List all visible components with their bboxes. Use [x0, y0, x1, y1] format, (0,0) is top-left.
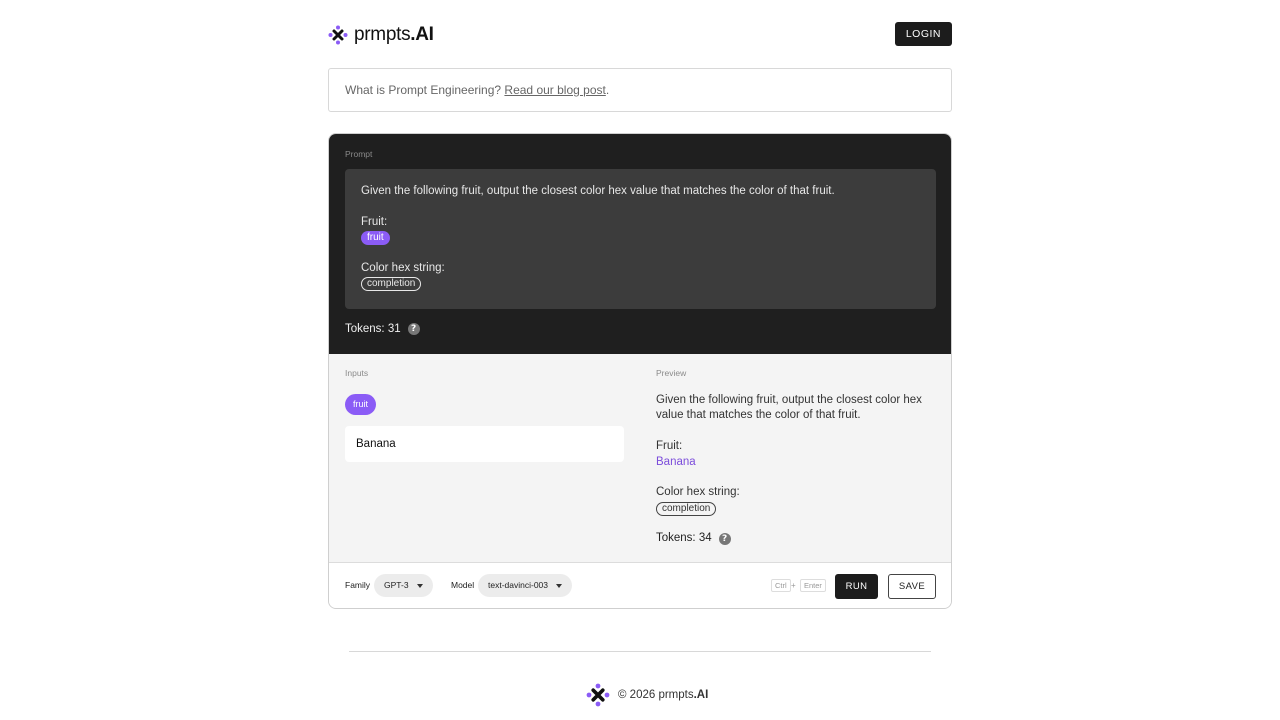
prmpts-logo-icon	[328, 25, 348, 45]
help-icon[interactable]: ?	[718, 532, 731, 545]
run-button[interactable]: RUN	[835, 574, 878, 599]
model-select[interactable]: text-davinci-003	[478, 574, 573, 597]
chevron-down-icon	[556, 583, 563, 588]
header: prmpts.AI LOGIN	[328, 22, 952, 50]
prmpts-logo-icon	[586, 683, 610, 707]
info-banner: What is Prompt Engineering? Read our blo…	[328, 68, 952, 112]
prompt-line: Given the following fruit, output the cl…	[361, 185, 835, 197]
info-text: What is Prompt Engineering?	[345, 83, 502, 97]
inputs-label: Inputs	[345, 368, 369, 378]
preview-completion-tag: completion	[656, 501, 717, 516]
preview-line: Given the following fruit, output the cl…	[656, 394, 922, 422]
chevron-down-icon	[416, 583, 423, 588]
footer-copyright: © 2026 prmpts .AI	[586, 683, 708, 707]
save-button[interactable]: SAVE	[888, 574, 936, 599]
preview-color-label: Color hex string:	[656, 486, 740, 499]
login-button[interactable]: LOGIN	[894, 22, 952, 46]
prompt-label: Prompt	[345, 149, 373, 159]
preview-label: Preview	[656, 368, 687, 378]
help-icon[interactable]: ?	[407, 323, 420, 335]
prompt-color-label: Color hex string:	[361, 262, 445, 274]
family-select[interactable]: GPT-3	[374, 574, 433, 597]
variable-pill-fruit[interactable]: fruit	[361, 231, 390, 246]
fruit-input[interactable]: Banana	[345, 426, 624, 462]
prompt-editor[interactable]: Given the following fruit, output the cl…	[345, 169, 936, 309]
prompt-editor-section: Prompt Given the following fruit, output…	[329, 134, 951, 354]
shortcut-plus: +	[791, 581, 796, 590]
shortcut-ctrl-key: Ctrl	[771, 579, 791, 592]
preview-fruit-label: Fruit:	[656, 440, 683, 453]
input-variable-chip[interactable]: fruit	[345, 394, 377, 415]
prompt-token-count: Tokens: 31 ?	[345, 323, 420, 335]
preview-panel: Given the following fruit, output the cl…	[656, 393, 926, 547]
preview-fruit-value: Banana	[656, 455, 696, 468]
model-label: Model	[451, 580, 475, 590]
logo-text: prmpts.AI	[354, 24, 434, 45]
prompt-card: Prompt Given the following fruit, output…	[328, 133, 952, 609]
toolbar: Family GPT-3 Model text-davinci-003 Ctrl…	[329, 562, 951, 608]
footer-divider	[349, 651, 931, 652]
shortcut-enter-key: Enter	[800, 579, 826, 592]
family-label: Family	[345, 580, 371, 590]
logo[interactable]: prmpts.AI	[328, 24, 434, 46]
prompt-fruit-label: Fruit:	[361, 215, 388, 228]
blog-post-link[interactable]: Read our blog post	[504, 83, 605, 97]
preview-token-count: Tokens: 34 ?	[656, 531, 926, 546]
completion-tag: completion	[361, 277, 422, 292]
